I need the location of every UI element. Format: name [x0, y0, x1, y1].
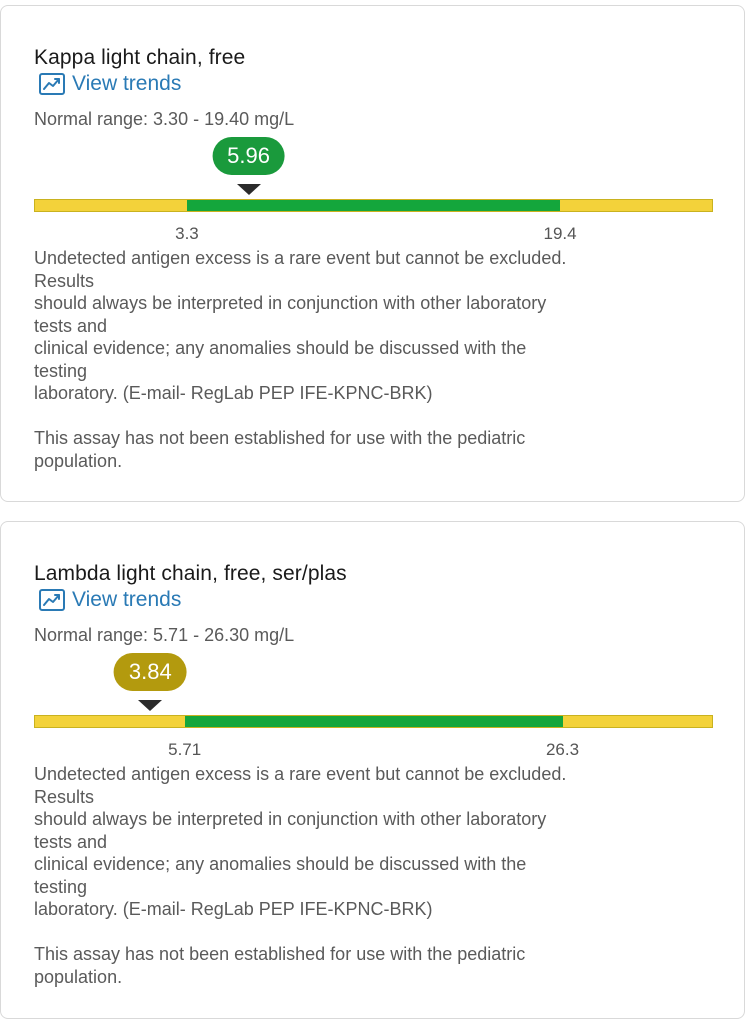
comment-line: clinical evidence; any anomalies should …: [34, 854, 527, 874]
results-page: Kappa light chain, free View trends Norm…: [0, 0, 752, 1024]
normal-range-text: Normal range: 5.71 - 26.30 mg/L: [34, 625, 295, 645]
view-trends-label: View trends: [72, 588, 182, 611]
range-high-label: 26.3: [545, 740, 580, 759]
comment-line: should always be interpreted in conjunct…: [34, 293, 547, 313]
view-trends-link[interactable]: View trends: [39, 588, 181, 612]
range-bar: [34, 199, 713, 212]
trend-chart-icon: [39, 73, 65, 95]
range-low-label: 5.71: [168, 740, 202, 759]
comment-line: laboratory. (E-mail- RegLab PEP IFE-KPNC…: [34, 383, 433, 403]
trend-chart-icon: [39, 589, 65, 611]
comment-line: Results: [34, 270, 95, 291]
pediatric-note-line: population.: [34, 450, 123, 471]
result-card-kappa: Kappa light chain, free View trends Norm…: [0, 5, 745, 502]
comment-line: clinical evidence; any anomalies should …: [34, 338, 527, 358]
view-trends-label: View trends: [72, 72, 182, 95]
comment-line: should always be interpreted in conjunct…: [34, 809, 547, 829]
normal-range-text: Normal range: 3.30 - 19.40 mg/L: [34, 109, 295, 129]
result-value-badge: 5.96: [212, 137, 285, 175]
normal-range-segment: [186, 200, 561, 211]
view-trends-link[interactable]: View trends: [39, 72, 181, 96]
value-pointer-marker: [236, 184, 261, 195]
comment-line: Undetected antigen excess is a rare even…: [34, 764, 567, 784]
result-title: Lambda light chain, free, ser/plas: [34, 562, 347, 585]
range-high-label: 19.4: [543, 224, 577, 243]
result-value-badge: 3.84: [113, 653, 187, 691]
pediatric-note-line: population.: [34, 966, 123, 987]
pediatric-note-line: This assay has not been established for …: [34, 944, 526, 964]
value-pointer-marker: [138, 700, 163, 711]
range-bar: [34, 715, 713, 728]
comment-line: testing: [34, 360, 88, 381]
normal-range-segment: [184, 716, 563, 727]
comment-line: Undetected antigen excess is a rare even…: [34, 248, 567, 268]
range-low-label: 3.3: [175, 224, 199, 243]
result-comment: Undetected antigen excess is a rare even…: [34, 763, 724, 988]
result-title: Kappa light chain, free: [34, 46, 246, 69]
comment-line: tests and: [34, 831, 108, 852]
comment-line: testing: [34, 876, 88, 897]
comment-line: laboratory. (E-mail- RegLab PEP IFE-KPNC…: [34, 899, 433, 919]
comment-line: tests and: [34, 315, 108, 336]
result-card-lambda: Lambda light chain, free, ser/plas View …: [0, 521, 745, 1019]
comment-line: Results: [34, 786, 95, 807]
result-comment: Undetected antigen excess is a rare even…: [34, 247, 724, 472]
pediatric-note-line: This assay has not been established for …: [34, 428, 526, 448]
